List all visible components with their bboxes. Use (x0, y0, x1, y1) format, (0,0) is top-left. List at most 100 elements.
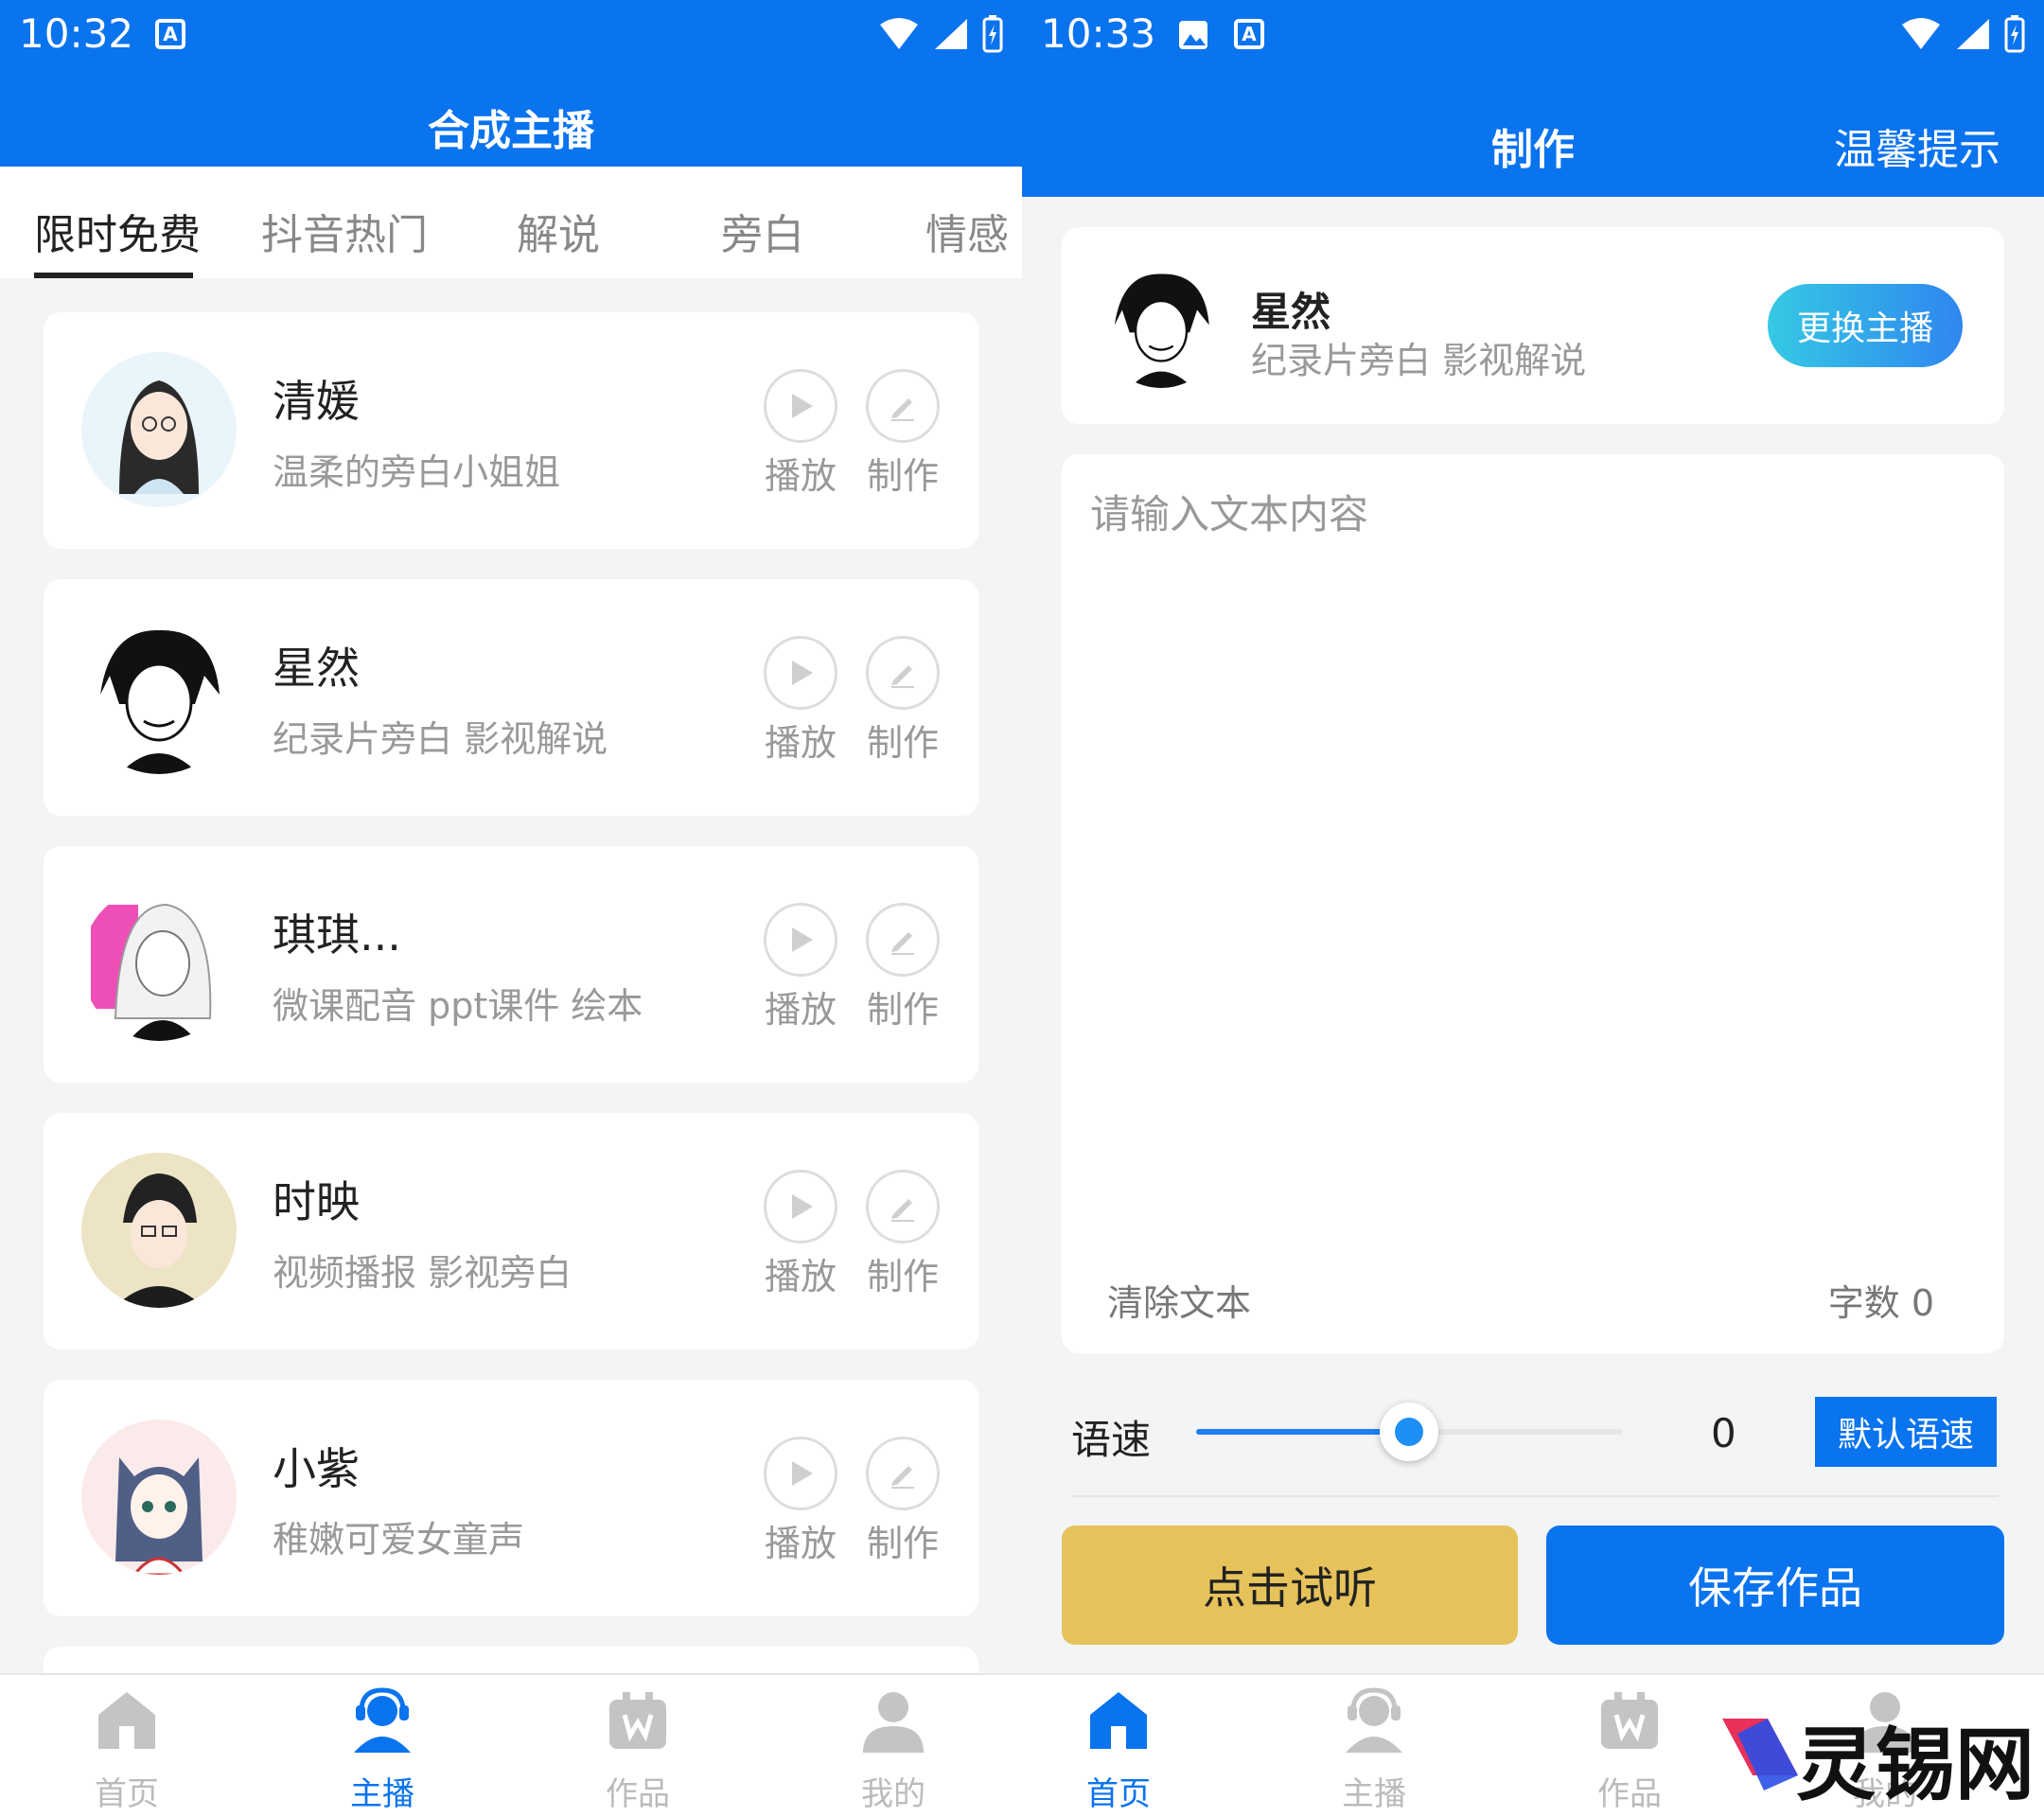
make-label: 制作 (866, 455, 939, 497)
battery-icon (982, 15, 1003, 53)
tab-narration[interactable]: 旁白 (721, 201, 804, 261)
keyboard-a-icon: A (155, 19, 185, 49)
watermark-logo: 灵锡网 (1713, 1694, 2035, 1811)
speed-slider-thumb[interactable] (1380, 1402, 1438, 1461)
wifi-icon (880, 18, 918, 49)
home-icon (1090, 1692, 1147, 1749)
host-name: 星然 (1251, 289, 1331, 335)
host-card[interactable]: 时映 视频播报 影视旁白 播放 制作 (44, 1113, 978, 1350)
make-button[interactable]: 制作 (865, 636, 941, 766)
change-host-button[interactable]: 更换主播 (1768, 284, 1963, 367)
make-label: 制作 (866, 1523, 939, 1564)
image-icon (1179, 21, 1207, 49)
play-button[interactable]: 播放 (763, 1437, 838, 1566)
avatar (81, 1153, 237, 1308)
wifi-icon (1902, 18, 1940, 49)
clear-text-button[interactable]: 清除文本 (1107, 1274, 1251, 1326)
selected-host-card: 星然 纪录片旁白 影视解说 更换主播 (1062, 227, 2004, 424)
host-description: 视频播报 影视旁白 (273, 1252, 573, 1294)
avatar (81, 1420, 237, 1575)
host-description: 微课配音 ppt课件 绘本 (273, 985, 643, 1027)
profile-icon (863, 1692, 924, 1753)
production-screen: 10:33 A 制作 温馨提示 星然 纪录片旁白 影视解说 更换主播 清除文本 … (1022, 0, 2044, 1817)
speed-label: 语速 (1071, 1417, 1152, 1463)
nav-home[interactable]: 首页 (1043, 1686, 1194, 1814)
nav-host-label: 主播 (1342, 1775, 1406, 1813)
speed-slider[interactable] (1196, 1402, 1622, 1461)
bottom-navigation: 首页 主播 作品 我的 (0, 1673, 1022, 1817)
play-button[interactable]: 播放 (763, 1170, 838, 1299)
speed-slider-fill (1196, 1429, 1409, 1435)
make-label: 制作 (866, 1256, 939, 1297)
tab-emotion[interactable]: 情感 (925, 201, 1009, 261)
host-card[interactable]: 清媛 温柔的旁白小姐姐 播放 制作 (44, 312, 978, 549)
edit-icon (891, 1199, 914, 1222)
host-card[interactable]: 星然 纪录片旁白 影视解说 播放 制作 (44, 579, 978, 816)
watermark-text: 灵锡网 (1796, 1719, 2035, 1811)
avatar (81, 886, 237, 1041)
status-time: 10:33 (1041, 10, 1156, 57)
tips-button[interactable]: 温馨提示 (1834, 115, 2000, 176)
works-icon (609, 1692, 666, 1749)
keyboard-a-icon: A (1234, 19, 1264, 49)
nav-works[interactable]: 作品 (562, 1686, 714, 1814)
nav-works[interactable]: 作品 (1554, 1686, 1705, 1814)
play-label: 播放 (764, 455, 837, 497)
text-editor-card: 清除文本 字数 0 (1062, 454, 2004, 1353)
tab-indicator (34, 273, 193, 278)
host-icon (354, 1687, 411, 1753)
host-name: 时映 (273, 1176, 360, 1227)
listen-button[interactable]: 点击试听 (1062, 1526, 1518, 1645)
save-work-button[interactable]: 保存作品 (1546, 1526, 2004, 1645)
home-icon (98, 1692, 155, 1749)
make-button[interactable]: 制作 (865, 1437, 941, 1566)
status-bar: 10:33 A (1022, 0, 2044, 68)
edit-icon (891, 1466, 914, 1489)
signal-icon (935, 19, 967, 49)
make-button[interactable]: 制作 (865, 1170, 941, 1299)
nav-home[interactable]: 首页 (51, 1686, 203, 1814)
avatar (81, 619, 237, 774)
app-bar: 制作 温馨提示 (1022, 68, 2044, 197)
play-icon (792, 661, 813, 685)
nav-profile[interactable]: 我的 (818, 1686, 969, 1814)
default-speed-button[interactable]: 默认语速 (1815, 1397, 1997, 1467)
tab-free[interactable]: 限时免费 (34, 201, 201, 261)
word-count: 字数 0 (1827, 1282, 1934, 1324)
app-bar: 合成主播 (0, 68, 1022, 167)
host-description: 纪录片旁白 影视解说 (1251, 340, 1587, 381)
tab-douyin-hot[interactable]: 抖音热门 (261, 201, 428, 261)
host-card[interactable]: 琪琪... 微课配音 ppt课件 绘本 播放 制作 (44, 846, 978, 1083)
play-button[interactable]: 播放 (763, 903, 838, 1032)
tab-commentary[interactable]: 解说 (517, 201, 600, 261)
works-icon (1601, 1692, 1658, 1749)
watermark-icon (1722, 1719, 1798, 1791)
make-button[interactable]: 制作 (865, 369, 941, 499)
host-name: 清媛 (273, 376, 360, 427)
play-button[interactable]: 播放 (763, 369, 838, 499)
play-icon (792, 394, 813, 418)
make-label: 制作 (866, 989, 939, 1031)
text-content-input[interactable] (1090, 483, 1976, 1221)
make-button[interactable]: 制作 (865, 903, 941, 1032)
host-description: 温柔的旁白小姐姐 (273, 451, 561, 493)
play-icon (792, 1194, 813, 1219)
nav-host[interactable]: 主播 (307, 1686, 458, 1814)
make-label: 制作 (866, 722, 939, 764)
play-label: 播放 (764, 989, 837, 1031)
avatar (81, 352, 237, 507)
play-label: 播放 (764, 1523, 837, 1564)
host-card[interactable]: 小紫 稚嫩可爱女童声 播放 制作 (44, 1380, 978, 1616)
nav-host[interactable]: 主播 (1298, 1686, 1450, 1814)
avatar (1100, 265, 1223, 388)
page-title: 合成主播 (428, 107, 594, 155)
play-button[interactable]: 播放 (763, 636, 838, 766)
nav-profile-label: 我的 (861, 1775, 925, 1813)
nav-works-label: 作品 (606, 1775, 670, 1813)
nav-host-label: 主播 (350, 1775, 414, 1813)
play-label: 播放 (764, 722, 837, 764)
speed-value: 0 (1711, 1410, 1736, 1456)
category-tabs: 限时免费 抖音热门 解说 旁白 情感 (0, 167, 1022, 278)
edit-icon (891, 932, 914, 955)
play-label: 播放 (764, 1256, 837, 1297)
